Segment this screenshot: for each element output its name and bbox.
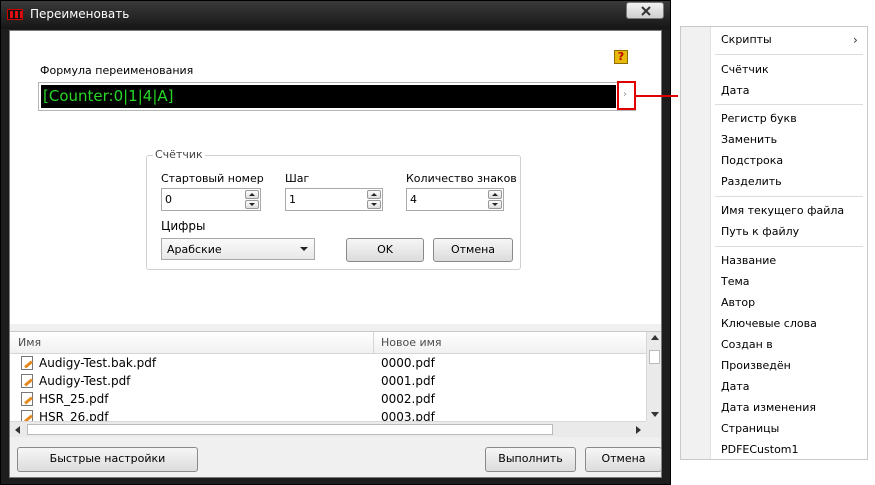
formula-field: [Counter:0|1|4|A] › (38, 81, 636, 111)
dialog-title: Переименовать (30, 7, 130, 21)
spin-down-icon[interactable] (488, 200, 502, 209)
file-new-name: 0000.pdf (381, 356, 435, 370)
menu-item-date[interactable]: Дата (721, 84, 749, 97)
menu-item-replace[interactable]: Заменить (721, 133, 777, 146)
close-icon (641, 6, 651, 16)
start-number-stepper[interactable]: 0 (161, 188, 261, 211)
horizontal-scrollbar[interactable] (10, 421, 646, 437)
column-header-new-name[interactable]: Новое имя (381, 336, 442, 349)
title-bar[interactable]: Переименовать (1, 1, 670, 29)
pdf-file-icon (21, 392, 33, 406)
menu-item-split[interactable]: Разделить (721, 175, 782, 188)
vertical-scrollbar[interactable] (646, 332, 661, 421)
menu-separator (715, 104, 863, 105)
scroll-thumb[interactable] (649, 350, 660, 364)
scroll-left-icon[interactable] (15, 426, 20, 434)
file-name: HSR_26.pdf (39, 410, 109, 421)
file-list: Имя Новое имя Audigy-Test.bak.pdf 0000.p… (10, 331, 661, 437)
menu-gutter (681, 27, 711, 459)
menu-item-case[interactable]: Регистр букв (721, 112, 797, 125)
callout-line (636, 95, 678, 97)
menu-item-pages[interactable]: Страницы (721, 422, 779, 435)
menu-item-custom1[interactable]: PDFECustom1 (721, 443, 799, 456)
formula-context-menu: Скрипты › Счётчик Дата Регистр букв Заме… (680, 26, 868, 460)
pdf-file-icon (21, 410, 33, 421)
help-icon[interactable]: ? (614, 50, 628, 64)
menu-item-title[interactable]: Название (721, 254, 776, 267)
quick-settings-button[interactable]: Быстрые настройки (17, 447, 198, 472)
file-new-name: 0002.pdf (381, 392, 435, 406)
step-label: Шаг (285, 172, 310, 185)
menu-item-creator[interactable]: Создан в (721, 338, 773, 351)
list-rows: Audigy-Test.bak.pdf 0000.pdf Audigy-Test… (10, 354, 646, 421)
app-logo-icon (7, 9, 23, 20)
digits-count-value: 4 (410, 193, 417, 206)
scroll-right-icon[interactable] (636, 426, 641, 434)
menu-separator (715, 196, 863, 197)
table-row[interactable]: Audigy-Test.pdf 0001.pdf (10, 372, 646, 390)
scroll-thumb[interactable] (27, 424, 553, 435)
column-divider[interactable] (373, 332, 374, 354)
file-name: HSR_25.pdf (39, 392, 109, 406)
spin-up-icon[interactable] (488, 190, 502, 199)
menu-item-file-path[interactable]: Путь к файлу (721, 225, 799, 238)
scroll-down-icon[interactable] (651, 412, 659, 417)
pdf-file-icon (21, 356, 33, 370)
dialog-client: ? Формула переименования [Counter:0|1|4|… (9, 30, 662, 478)
digits-select-value: Арабские (167, 243, 222, 256)
column-header-name[interactable]: Имя (18, 336, 41, 349)
spin-up-icon[interactable] (367, 190, 381, 199)
menu-separator (715, 246, 863, 247)
scroll-up-icon[interactable] (651, 335, 659, 340)
digits-select[interactable]: Арабские (161, 238, 315, 260)
formula-label: Формула переименования (40, 64, 194, 77)
rename-dialog: Переименовать ? Формула переименования [… (0, 0, 671, 485)
counter-cancel-button[interactable]: Отмена (433, 238, 513, 262)
menu-item-keywords[interactable]: Ключевые слова (721, 317, 817, 330)
spin-down-icon[interactable] (367, 200, 381, 209)
file-name: Audigy-Test.pdf (39, 374, 131, 388)
menu-item-subject[interactable]: Тема (721, 275, 750, 288)
digits-label: Цифры (161, 219, 206, 233)
table-row[interactable]: HSR_26.pdf 0003.pdf (10, 408, 646, 421)
chevron-down-icon (300, 247, 308, 251)
close-button[interactable] (626, 2, 664, 19)
file-new-name: 0001.pdf (381, 374, 435, 388)
counter-group: Счётчик Стартовый номер 0 Шаг 1 Количест… (146, 148, 521, 270)
formula-menu-button[interactable]: › (617, 81, 636, 110)
run-button[interactable]: Выполнить (485, 447, 576, 472)
start-number-value: 0 (165, 193, 172, 206)
start-number-label: Стартовый номер (161, 172, 264, 185)
settings-area: ? Формула переименования [Counter:0|1|4|… (10, 31, 661, 324)
menu-item-modified-date[interactable]: Дата изменения (721, 401, 816, 414)
spin-up-icon[interactable] (245, 190, 259, 199)
chevron-right-icon: › (853, 33, 858, 47)
digits-count-label: Количество знаков (406, 172, 517, 185)
ok-button[interactable]: OK (346, 238, 424, 262)
step-stepper[interactable]: 1 (285, 188, 383, 211)
digits-count-stepper[interactable]: 4 (406, 188, 504, 211)
menu-item-creation-date[interactable]: Дата (721, 380, 749, 393)
menu-item-counter[interactable]: Счётчик (721, 63, 769, 76)
table-row[interactable]: HSR_25.pdf 0002.pdf (10, 390, 646, 408)
counter-group-title: Счётчик (153, 148, 205, 161)
scroll-corner (646, 421, 661, 437)
step-value: 1 (289, 193, 296, 206)
chevron-right-icon: › (623, 89, 627, 100)
table-row[interactable]: Audigy-Test.bak.pdf 0000.pdf (10, 354, 646, 372)
file-name: Audigy-Test.bak.pdf (39, 356, 157, 370)
formula-input[interactable]: [Counter:0|1|4|A] (41, 85, 616, 108)
cancel-button[interactable]: Отмена (585, 447, 662, 472)
menu-item-scripts[interactable]: Скрипты (721, 33, 772, 46)
menu-item-current-file-name[interactable]: Имя текущего файла (721, 204, 844, 217)
spin-down-icon[interactable] (245, 200, 259, 209)
menu-item-substring[interactable]: Подстрока (721, 154, 783, 167)
file-new-name: 0003.pdf (381, 410, 435, 421)
list-header: Имя Новое имя (10, 332, 646, 354)
menu-item-producer[interactable]: Произведён (721, 359, 791, 372)
menu-separator (715, 54, 863, 55)
pdf-file-icon (21, 374, 33, 388)
menu-item-author[interactable]: Автор (721, 296, 755, 309)
